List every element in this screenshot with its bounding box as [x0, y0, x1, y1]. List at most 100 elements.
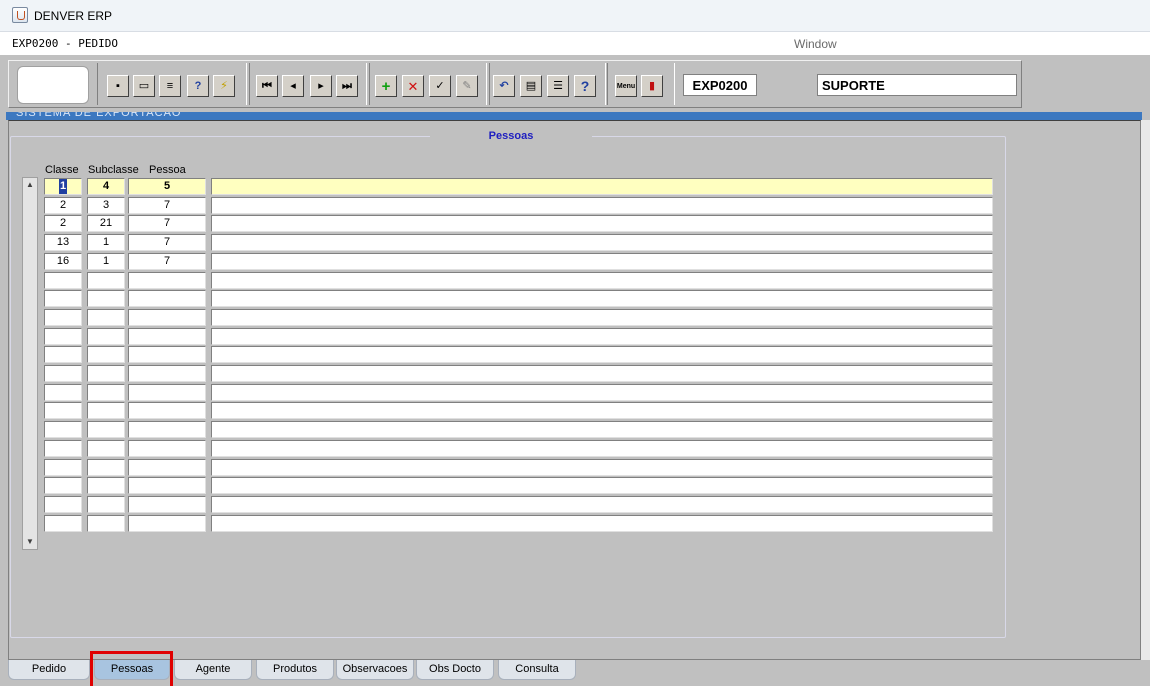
cell-descricao[interactable] [211, 178, 993, 195]
cell-pessoa[interactable] [128, 477, 206, 494]
cell-pessoa[interactable] [128, 496, 206, 513]
cell-pessoa[interactable] [128, 272, 206, 289]
cell-classe[interactable] [44, 290, 82, 307]
help-icon[interactable]: ? [574, 75, 596, 97]
cell-classe[interactable] [44, 384, 82, 401]
help-query-icon[interactable]: ? [187, 75, 209, 97]
delete-record-icon[interactable]: ✕ [402, 75, 424, 97]
scroll-down-icon[interactable]: ▼ [25, 536, 35, 548]
cell-classe[interactable] [44, 459, 82, 476]
cell-pessoa[interactable] [128, 365, 206, 382]
cell-pessoa[interactable]: 5 [128, 178, 206, 195]
cell-descricao[interactable] [211, 421, 993, 438]
cell-descricao[interactable] [211, 515, 993, 532]
cell-classe[interactable] [44, 328, 82, 345]
exit-icon[interactable]: ▮ [641, 75, 663, 97]
cell-subclasse[interactable] [87, 477, 125, 494]
cell-classe[interactable] [44, 346, 82, 363]
cell-classe[interactable] [44, 365, 82, 382]
printer-icon[interactable]: ≡ [159, 75, 181, 97]
cell-pessoa[interactable] [128, 440, 206, 457]
cell-pessoa[interactable] [128, 515, 206, 532]
cell-descricao[interactable] [211, 328, 993, 345]
cell-descricao[interactable] [211, 477, 993, 494]
cell-descricao[interactable] [211, 290, 993, 307]
cell-classe[interactable]: 1 [44, 178, 82, 195]
menu-window[interactable]: Window [794, 37, 837, 51]
cell-subclasse[interactable] [87, 328, 125, 345]
cell-descricao[interactable] [211, 459, 993, 476]
cell-subclasse[interactable]: 21 [87, 215, 125, 232]
cell-classe[interactable]: 13 [44, 234, 82, 251]
cell-descricao[interactable] [211, 402, 993, 419]
cell-subclasse[interactable]: 1 [87, 253, 125, 270]
cell-classe[interactable] [44, 421, 82, 438]
cell-classe[interactable]: 2 [44, 197, 82, 214]
record-check-icon[interactable]: ✓ [429, 75, 451, 97]
cell-classe[interactable] [44, 402, 82, 419]
execute-query-icon[interactable]: ⚡ [213, 75, 235, 97]
window-scrollbar[interactable] [1141, 120, 1150, 660]
save-icon[interactable]: ▪ [107, 75, 129, 97]
undo-icon[interactable]: ↶ [493, 75, 515, 97]
edit-icon[interactable]: ✎ [456, 75, 478, 97]
cell-subclasse[interactable] [87, 346, 125, 363]
cell-subclasse[interactable] [87, 402, 125, 419]
cell-pessoa[interactable] [128, 459, 206, 476]
cell-pessoa[interactable] [128, 346, 206, 363]
cell-descricao[interactable] [211, 272, 993, 289]
cell-classe[interactable] [44, 440, 82, 457]
cell-subclasse[interactable] [87, 290, 125, 307]
tab-agente[interactable]: Agente [174, 660, 252, 680]
cell-descricao[interactable] [211, 215, 993, 232]
cell-pessoa[interactable] [128, 328, 206, 345]
cell-descricao[interactable] [211, 309, 993, 326]
tab-consulta[interactable]: Consulta [498, 660, 576, 680]
previous-record-icon[interactable]: ◂ [282, 75, 304, 97]
cell-pessoa[interactable]: 7 [128, 215, 206, 232]
first-record-icon[interactable]: ⏮ [256, 75, 278, 97]
cell-descricao[interactable] [211, 440, 993, 457]
cell-subclasse[interactable] [87, 272, 125, 289]
next-record-icon[interactable]: ▸ [310, 75, 332, 97]
menu-icon[interactable]: Menu [615, 75, 637, 97]
cell-subclasse[interactable] [87, 421, 125, 438]
cell-pessoa[interactable] [128, 421, 206, 438]
cell-descricao[interactable] [211, 346, 993, 363]
last-record-icon[interactable]: ⏭ [336, 75, 358, 97]
cell-subclasse[interactable] [87, 384, 125, 401]
cell-classe[interactable] [44, 515, 82, 532]
clipboard-icon[interactable]: ▤ [520, 75, 542, 97]
scroll-up-icon[interactable]: ▲ [25, 179, 35, 191]
cell-subclasse[interactable] [87, 515, 125, 532]
cell-subclasse[interactable]: 4 [87, 178, 125, 195]
cell-pessoa[interactable]: 7 [128, 253, 206, 270]
cell-subclasse[interactable] [87, 309, 125, 326]
cell-subclasse[interactable] [87, 496, 125, 513]
cell-pessoa[interactable] [128, 290, 206, 307]
cell-pessoa[interactable] [128, 309, 206, 326]
cell-subclasse[interactable] [87, 459, 125, 476]
list-values-icon[interactable]: ☰ [547, 75, 569, 97]
cell-pessoa[interactable]: 7 [128, 197, 206, 214]
cell-pessoa[interactable] [128, 402, 206, 419]
cell-descricao[interactable] [211, 253, 993, 270]
cell-pessoa[interactable] [128, 384, 206, 401]
cell-subclasse[interactable] [87, 440, 125, 457]
cell-pessoa[interactable]: 7 [128, 234, 206, 251]
cell-descricao[interactable] [211, 197, 993, 214]
tab-observacoes[interactable]: Observacoes [336, 660, 414, 680]
cell-subclasse[interactable]: 3 [87, 197, 125, 214]
cell-descricao[interactable] [211, 234, 993, 251]
cell-classe[interactable] [44, 309, 82, 326]
cell-classe[interactable] [44, 272, 82, 289]
print-preview-icon[interactable]: ▭ [133, 75, 155, 97]
tab-obs-docto[interactable]: Obs Docto [416, 660, 494, 680]
grid-scrollbar[interactable]: ▲ ▼ [22, 177, 38, 550]
cell-subclasse[interactable]: 1 [87, 234, 125, 251]
cell-descricao[interactable] [211, 496, 993, 513]
add-record-icon[interactable]: + [375, 75, 397, 97]
cell-descricao[interactable] [211, 384, 993, 401]
cell-classe[interactable]: 16 [44, 253, 82, 270]
cell-classe[interactable] [44, 477, 82, 494]
